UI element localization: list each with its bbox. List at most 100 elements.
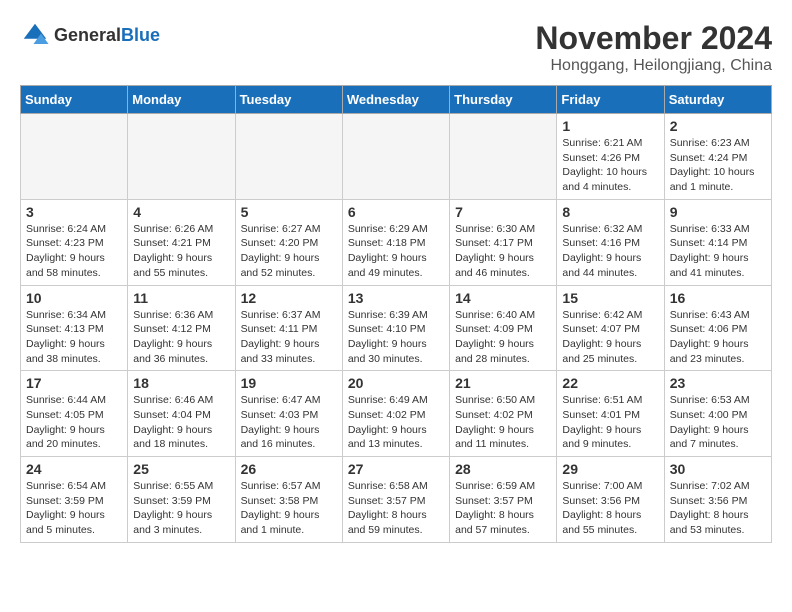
day-info: Sunrise: 6:40 AM Sunset: 4:09 PM Dayligh…	[455, 308, 551, 367]
calendar-cell: 11Sunrise: 6:36 AM Sunset: 4:12 PM Dayli…	[128, 285, 235, 371]
calendar-cell: 28 Sunrise: 6:59 AM Sunset: 3:57 PM Dayli…	[450, 457, 557, 543]
calendar-cell: 6 Sunrise: 6:29 AM Sunset: 4:18 PM Daylig…	[342, 199, 449, 285]
calendar-cell: 23 Sunrise: 6:53 AM Sunset: 4:00 PM Dayli…	[664, 371, 771, 457]
calendar-cell: 19 Sunrise: 6:47 AM Sunset: 4:03 PM Dayli…	[235, 371, 342, 457]
calendar-cell: 18 Sunrise: 6:46 AM Sunset: 4:04 PM Dayli…	[128, 371, 235, 457]
month-title: November 2024	[535, 20, 772, 57]
day-info: Sunrise: 7:02 AM Sunset: 3:56 PM Dayligh…	[670, 479, 766, 538]
header-wednesday: Wednesday	[342, 86, 449, 114]
day-info: Sunrise: 6:21 AM Sunset: 4:26 PM Dayligh…	[562, 136, 658, 195]
calendar-cell	[21, 114, 128, 200]
calendar-cell: 1 Sunrise: 6:21 AM Sunset: 4:26 PM Daylig…	[557, 114, 664, 200]
day-number: 16	[670, 290, 766, 306]
day-info: Sunrise: 6:57 AM Sunset: 3:58 PM Dayligh…	[241, 479, 337, 538]
calendar-cell: 2 Sunrise: 6:23 AM Sunset: 4:24 PM Daylig…	[664, 114, 771, 200]
day-info: Sunrise: 6:50 AM Sunset: 4:02 PM Dayligh…	[455, 393, 551, 452]
day-info: Sunrise: 6:59 AM Sunset: 3:57 PM Dayligh…	[455, 479, 551, 538]
calendar-week-1: 1 Sunrise: 6:21 AM Sunset: 4:26 PM Daylig…	[21, 114, 772, 200]
calendar-cell: 8 Sunrise: 6:32 AM Sunset: 4:16 PM Daylig…	[557, 199, 664, 285]
day-info: Sunrise: 6:53 AM Sunset: 4:00 PM Dayligh…	[670, 393, 766, 452]
calendar-cell: 3Sunrise: 6:24 AM Sunset: 4:23 PM Daylig…	[21, 199, 128, 285]
logo: GeneralBlue	[20, 20, 160, 50]
day-info: Sunrise: 6:29 AM Sunset: 4:18 PM Dayligh…	[348, 222, 444, 281]
header-tuesday: Tuesday	[235, 86, 342, 114]
calendar-cell: 13 Sunrise: 6:39 AM Sunset: 4:10 PM Dayli…	[342, 285, 449, 371]
day-info: Sunrise: 6:39 AM Sunset: 4:10 PM Dayligh…	[348, 308, 444, 367]
day-number: 25	[133, 461, 229, 477]
calendar-week-3: 10Sunrise: 6:34 AM Sunset: 4:13 PM Dayli…	[21, 285, 772, 371]
day-number: 13	[348, 290, 444, 306]
day-info: Sunrise: 6:37 AM Sunset: 4:11 PM Dayligh…	[241, 308, 337, 367]
day-info: Sunrise: 6:46 AM Sunset: 4:04 PM Dayligh…	[133, 393, 229, 452]
calendar-cell: 15 Sunrise: 6:42 AM Sunset: 4:07 PM Dayli…	[557, 285, 664, 371]
day-number: 28	[455, 461, 551, 477]
day-number: 8	[562, 204, 658, 220]
day-info: Sunrise: 6:51 AM Sunset: 4:01 PM Dayligh…	[562, 393, 658, 452]
day-info: Sunrise: 6:55 AM Sunset: 3:59 PM Dayligh…	[133, 479, 229, 538]
calendar-cell: 29 Sunrise: 7:00 AM Sunset: 3:56 PM Dayli…	[557, 457, 664, 543]
header-thursday: Thursday	[450, 86, 557, 114]
calendar-week-5: 24Sunrise: 6:54 AM Sunset: 3:59 PM Dayli…	[21, 457, 772, 543]
day-number: 18	[133, 375, 229, 391]
day-number: 15	[562, 290, 658, 306]
day-number: 1	[562, 118, 658, 134]
day-info: Sunrise: 6:34 AM Sunset: 4:13 PM Dayligh…	[26, 308, 122, 367]
day-info: Sunrise: 7:00 AM Sunset: 3:56 PM Dayligh…	[562, 479, 658, 538]
day-number: 20	[348, 375, 444, 391]
day-number: 22	[562, 375, 658, 391]
header-saturday: Saturday	[664, 86, 771, 114]
calendar-cell: 25 Sunrise: 6:55 AM Sunset: 3:59 PM Dayli…	[128, 457, 235, 543]
day-number: 9	[670, 204, 766, 220]
day-number: 17	[26, 375, 122, 391]
calendar-week-4: 17 Sunrise: 6:44 AM Sunset: 4:05 PM Dayli…	[21, 371, 772, 457]
day-info: Sunrise: 6:47 AM Sunset: 4:03 PM Dayligh…	[241, 393, 337, 452]
day-info: Sunrise: 6:58 AM Sunset: 3:57 PM Dayligh…	[348, 479, 444, 538]
day-info: Sunrise: 6:44 AM Sunset: 4:05 PM Dayligh…	[26, 393, 122, 452]
day-number: 19	[241, 375, 337, 391]
day-info: Sunrise: 6:42 AM Sunset: 4:07 PM Dayligh…	[562, 308, 658, 367]
weekday-header-row: Sunday Monday Tuesday Wednesday Thursday…	[21, 86, 772, 114]
calendar-cell: 26 Sunrise: 6:57 AM Sunset: 3:58 PM Dayli…	[235, 457, 342, 543]
day-number: 4	[133, 204, 229, 220]
day-number: 11	[133, 290, 229, 306]
calendar-cell: 20 Sunrise: 6:49 AM Sunset: 4:02 PM Dayli…	[342, 371, 449, 457]
page-header: GeneralBlue November 2024 Honggang, Heil…	[20, 20, 772, 75]
calendar-cell: 4 Sunrise: 6:26 AM Sunset: 4:21 PM Daylig…	[128, 199, 235, 285]
day-number: 2	[670, 118, 766, 134]
calendar-cell: 12Sunrise: 6:37 AM Sunset: 4:11 PM Dayli…	[235, 285, 342, 371]
calendar-cell: 30Sunrise: 7:02 AM Sunset: 3:56 PM Dayli…	[664, 457, 771, 543]
location-title: Honggang, Heilongjiang, China	[535, 57, 772, 75]
day-number: 23	[670, 375, 766, 391]
header-sunday: Sunday	[21, 86, 128, 114]
day-info: Sunrise: 6:54 AM Sunset: 3:59 PM Dayligh…	[26, 479, 122, 538]
day-info: Sunrise: 6:43 AM Sunset: 4:06 PM Dayligh…	[670, 308, 766, 367]
day-number: 6	[348, 204, 444, 220]
day-number: 5	[241, 204, 337, 220]
calendar-cell	[450, 114, 557, 200]
calendar-cell: 24Sunrise: 6:54 AM Sunset: 3:59 PM Dayli…	[21, 457, 128, 543]
day-info: Sunrise: 6:32 AM Sunset: 4:16 PM Dayligh…	[562, 222, 658, 281]
day-number: 3	[26, 204, 122, 220]
calendar-cell: 27 Sunrise: 6:58 AM Sunset: 3:57 PM Dayli…	[342, 457, 449, 543]
calendar-cell: 22 Sunrise: 6:51 AM Sunset: 4:01 PM Dayli…	[557, 371, 664, 457]
day-number: 27	[348, 461, 444, 477]
day-info: Sunrise: 6:33 AM Sunset: 4:14 PM Dayligh…	[670, 222, 766, 281]
day-info: Sunrise: 6:26 AM Sunset: 4:21 PM Dayligh…	[133, 222, 229, 281]
day-number: 7	[455, 204, 551, 220]
day-number: 29	[562, 461, 658, 477]
day-number: 26	[241, 461, 337, 477]
calendar-table: Sunday Monday Tuesday Wednesday Thursday…	[20, 85, 772, 543]
day-info: Sunrise: 6:27 AM Sunset: 4:20 PM Dayligh…	[241, 222, 337, 281]
day-info: Sunrise: 6:23 AM Sunset: 4:24 PM Dayligh…	[670, 136, 766, 195]
calendar-cell: 7 Sunrise: 6:30 AM Sunset: 4:17 PM Daylig…	[450, 199, 557, 285]
day-number: 21	[455, 375, 551, 391]
header-friday: Friday	[557, 86, 664, 114]
day-info: Sunrise: 6:30 AM Sunset: 4:17 PM Dayligh…	[455, 222, 551, 281]
calendar-cell	[235, 114, 342, 200]
logo-general: General	[54, 25, 121, 45]
calendar-cell: 9 Sunrise: 6:33 AM Sunset: 4:14 PM Daylig…	[664, 199, 771, 285]
day-info: Sunrise: 6:49 AM Sunset: 4:02 PM Dayligh…	[348, 393, 444, 452]
calendar-cell	[128, 114, 235, 200]
logo-blue: Blue	[121, 25, 160, 45]
calendar-cell: 16 Sunrise: 6:43 AM Sunset: 4:06 PM Dayli…	[664, 285, 771, 371]
